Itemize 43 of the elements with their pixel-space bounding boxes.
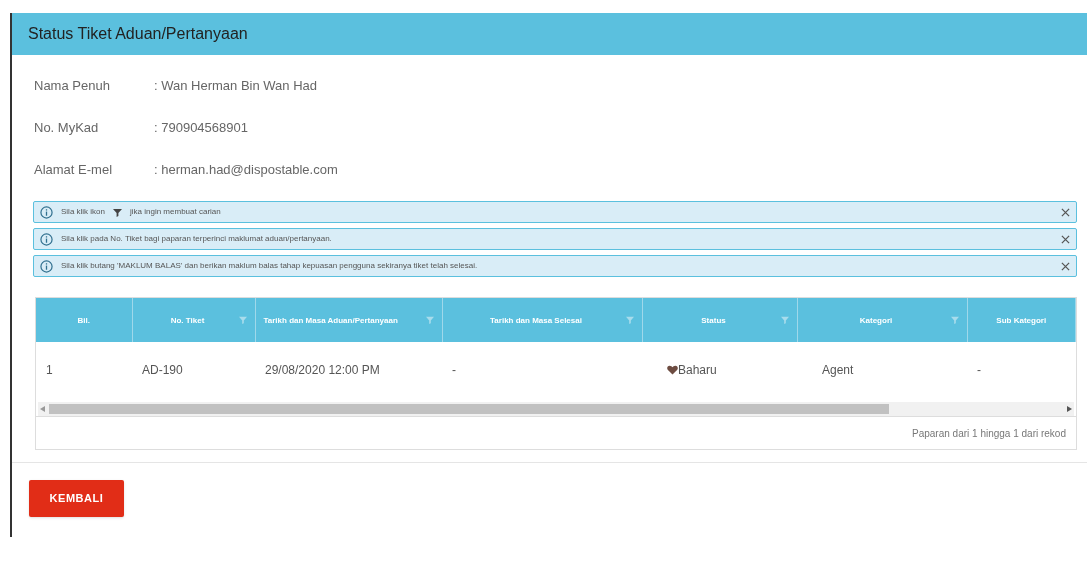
horizontal-scrollbar[interactable] (38, 402, 1074, 416)
panel-title: Status Tiket Aduan/Pertanyaan (28, 24, 248, 44)
table-cell: Agent (797, 342, 967, 398)
table-cell: - (967, 342, 1076, 398)
table-cell: Baharu (642, 342, 797, 398)
column-header[interactable]: Status (642, 298, 797, 342)
table-info-text: Paparan dari 1 hingga 1 dari rekod (912, 426, 1066, 441)
heart-icon (667, 364, 678, 375)
alert-text: jika ingin membuat carian (130, 206, 221, 218)
filter-icon[interactable] (625, 316, 634, 324)
column-header[interactable]: Kategori (797, 298, 967, 342)
close-icon[interactable] (1061, 234, 1070, 244)
filter-icon[interactable] (238, 316, 247, 324)
field-value: : 790904568901 (154, 119, 248, 138)
alert-text: Sila klik ikon (61, 206, 105, 218)
filter-icon[interactable] (780, 316, 789, 324)
alert-text: Sila klik pada No. Tiket bagi paparan terperinci maklumat aduan/pertanyaan. (61, 233, 332, 245)
close-icon[interactable] (1061, 207, 1070, 217)
info-icon (40, 232, 53, 246)
field-label: Nama Penuh (34, 77, 111, 96)
field-value: : herman.had@dispostable.com (154, 161, 338, 180)
column-header[interactable]: Tarikh dan Masa Aduan/Pertanyaan (255, 298, 442, 342)
column-header[interactable]: Sub Kategori (967, 298, 1076, 342)
column-header[interactable]: Bil. (36, 298, 132, 342)
back-button[interactable]: KEMBALI (29, 480, 124, 517)
filter-icon[interactable] (425, 316, 434, 324)
filter-icon[interactable] (950, 316, 959, 324)
column-header[interactable]: No. Tiket (132, 298, 255, 342)
info-icon (40, 205, 53, 219)
table-cell: - (442, 342, 642, 398)
table-cell: 1 (36, 342, 132, 398)
scroll-left-icon[interactable] (40, 406, 45, 412)
scroll-right-icon[interactable] (1067, 406, 1072, 412)
table-cell: AD-190 (132, 342, 255, 398)
field-label: Alamat E-mel (34, 161, 114, 180)
table-cell: 29/08/2020 12:00 PM (255, 342, 442, 398)
filter-icon (113, 207, 122, 217)
column-header[interactable]: Tarikh dan Masa Selesai (442, 298, 642, 342)
field-value: : Wan Herman Bin Wan Had (154, 77, 318, 96)
field-label: No. MyKad (34, 119, 100, 138)
alert-text: Sila klik butang 'MAKLUM BALAS' dan berikan maklum balas tahap kepuasan pengguna sekiranya tiket telah selesai. (61, 260, 478, 272)
close-icon[interactable] (1061, 261, 1070, 271)
info-icon (40, 259, 53, 273)
